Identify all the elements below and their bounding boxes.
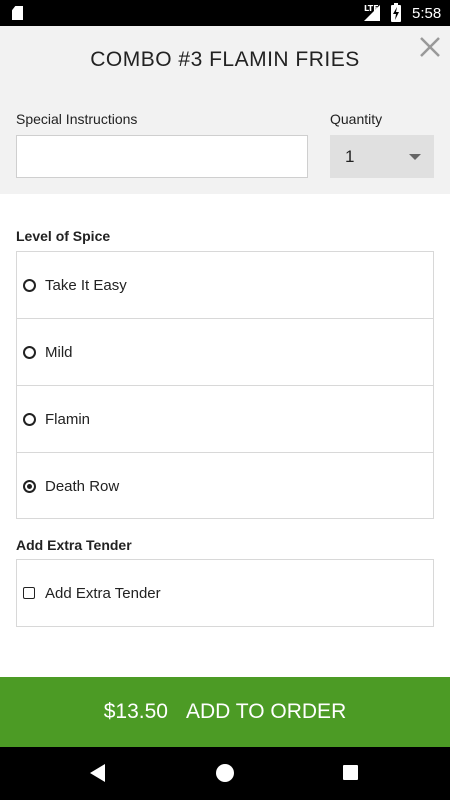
option-label: Death Row <box>45 478 120 495</box>
spice-options: Take It Easy Mild Flamin Death Row <box>16 251 434 519</box>
page-title: COMBO #3 FLAMIN FRIES <box>90 48 360 71</box>
special-instructions-label: Special Instructions <box>16 111 138 127</box>
spice-option-flamin[interactable]: Flamin <box>17 386 433 453</box>
radio-icon[interactable] <box>23 279 36 292</box>
add-to-order-button[interactable]: $13.50 ADD TO ORDER <box>0 677 450 747</box>
order-price: $13.50 <box>103 700 168 723</box>
spice-option-take-it-easy[interactable]: Take It Easy <box>17 252 433 319</box>
back-icon[interactable] <box>90 764 105 782</box>
close-icon[interactable] <box>417 34 443 60</box>
spice-option-mild[interactable]: Mild <box>17 319 433 386</box>
special-instructions-input[interactable] <box>16 135 308 178</box>
spice-option-death-row[interactable]: Death Row <box>17 453 433 520</box>
radio-icon[interactable] <box>23 346 36 359</box>
status-bar: LTE 5:58 <box>0 0 450 26</box>
system-nav-bar <box>0 747 450 800</box>
network-type: LTE <box>364 4 379 13</box>
sd-card-icon <box>12 6 23 20</box>
option-label: Mild <box>45 344 73 361</box>
extra-tender-options: Add Extra Tender <box>16 559 434 627</box>
recents-icon[interactable] <box>343 765 358 780</box>
home-icon[interactable] <box>216 764 234 782</box>
quantity-select[interactable]: 1 <box>330 135 434 178</box>
option-label: Flamin <box>45 411 91 428</box>
radio-selected-icon[interactable] <box>23 480 36 493</box>
add-to-order-label: ADD TO ORDER <box>185 700 347 723</box>
option-label: Take It Easy <box>45 277 127 294</box>
extra-tender-section-title: Add Extra Tender <box>16 537 132 553</box>
extra-tender-option[interactable]: Add Extra Tender <box>17 560 433 627</box>
option-label: Add Extra Tender <box>45 585 161 602</box>
spice-section-title: Level of Spice <box>16 228 111 244</box>
quantity-label: Quantity <box>330 111 383 127</box>
dropdown-caret-icon <box>409 154 421 160</box>
radio-icon[interactable] <box>23 413 36 426</box>
checkbox-icon[interactable] <box>23 587 35 599</box>
status-time: 5:58 <box>412 5 442 22</box>
battery-charging-icon <box>391 3 401 22</box>
quantity-value: 1 <box>345 147 355 166</box>
